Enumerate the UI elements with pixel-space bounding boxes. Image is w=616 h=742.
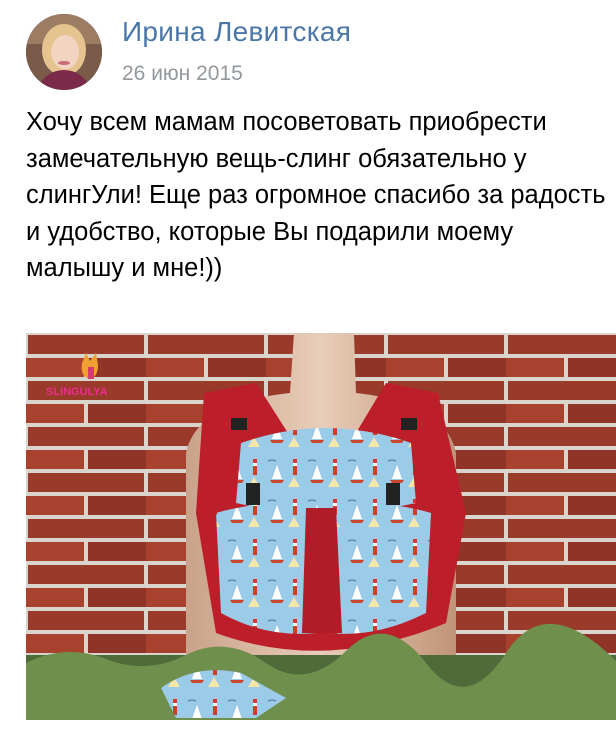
watermark-text: SLINGULYA [46,386,108,398]
post: Ирина Левитская 26 июн 2015 Хочу всем ма… [0,0,616,742]
post-date[interactable]: 26 июн 2015 [122,62,243,86]
author-name-link[interactable]: Ирина Левитская [122,16,351,48]
post-photo[interactable]: SLINGULYA [26,333,616,720]
carrier-photo-illustration: SLINGULYA [26,333,616,720]
avatar-image [26,14,102,90]
author-avatar[interactable] [26,14,102,90]
post-text: Хочу всем мамам посоветовать приобрести … [26,108,606,282]
